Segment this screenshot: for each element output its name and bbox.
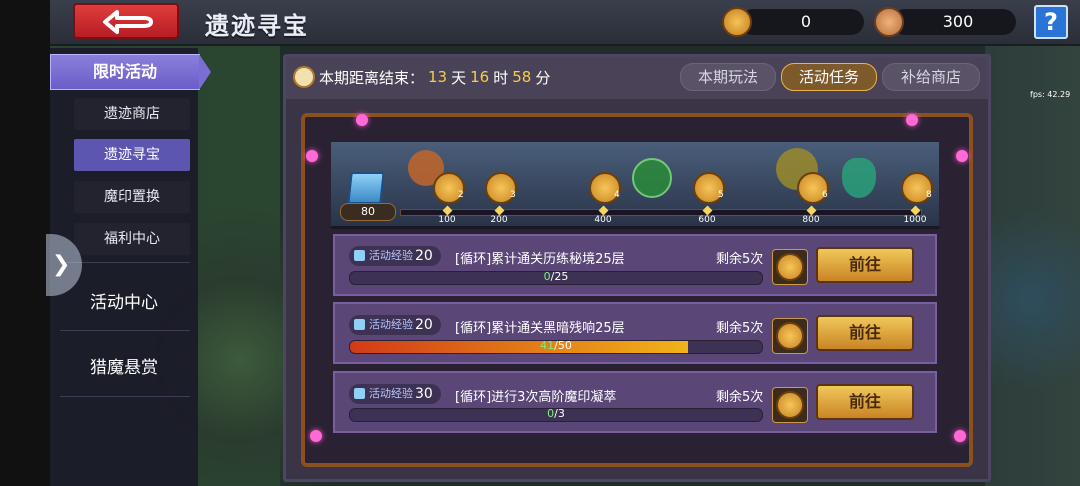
coin-icon (776, 253, 804, 281)
menu-divider (60, 330, 190, 331)
exp-book-icon (354, 319, 365, 330)
menu-item-demon-bounty[interactable]: 猎魔悬赏 (50, 348, 198, 388)
task-reward-slot[interactable] (772, 249, 808, 285)
clock-icon (293, 66, 315, 88)
milestone-index: 2 (458, 190, 464, 200)
task-title: [循环]累计通关历练秘境25层 (455, 252, 625, 267)
gem-ornament-icon (906, 114, 918, 126)
go-button[interactable]: 前往 (816, 315, 914, 351)
exp-tag: 活动经验 20 (349, 246, 441, 266)
coin-icon (776, 391, 804, 419)
milestone-index: 5 (718, 190, 724, 200)
menu-item-relic-shop[interactable]: 遗迹商店 (74, 98, 190, 130)
exp-book-icon (354, 250, 365, 261)
reward-progress-track (400, 209, 922, 216)
exp-tag: 活动经验 30 (349, 384, 441, 404)
task-title: [循环]累计通关黑暗残响25层 (455, 321, 625, 336)
task-progress-text: 0/25 (543, 271, 569, 283)
exp-book-icon (354, 388, 365, 399)
currency-2-value: 300 (942, 12, 974, 31)
milestone-value: 200 (490, 215, 508, 225)
gem-ornament-icon (954, 430, 966, 442)
task-progress-bar: 0/3 (349, 408, 763, 422)
copper-coin-icon (874, 7, 904, 37)
coin-icon (776, 322, 804, 350)
go-button[interactable]: 前往 (816, 247, 914, 283)
exp-value: 20 (415, 317, 433, 333)
gem-ornament-icon (956, 150, 968, 162)
task-reward-slot[interactable] (772, 318, 808, 354)
currency-1-value: 0 (800, 12, 812, 31)
countdown-days-unit: 天 (451, 68, 467, 87)
exp-book-icon (347, 172, 385, 204)
task-progress-bar: 41/50 (349, 340, 763, 354)
back-arrow-icon (103, 10, 153, 34)
menu-divider (60, 396, 190, 397)
countdown-days: 13 (428, 68, 448, 86)
go-button[interactable]: 前往 (816, 384, 914, 420)
menu-item-welfare-center[interactable]: 福利中心 (74, 223, 190, 255)
milestone-value: 600 (698, 215, 716, 225)
countdown: 本期距离结束： 13 天 16 时 58 分 (293, 66, 550, 88)
task-progress-bar: 0/25 (349, 271, 763, 285)
milestone-index: 3 (510, 190, 516, 200)
milestone-value: 400 (594, 215, 612, 225)
treasure-coin-icon (722, 7, 752, 37)
gem-ornament-icon (306, 150, 318, 162)
tab-gameplay[interactable]: 本期玩法 (680, 63, 776, 91)
exp-value: 20 (415, 248, 433, 264)
task-remaining: 剩余5次 (716, 390, 764, 405)
back-button[interactable] (73, 3, 179, 39)
milestone-index: 4 (614, 190, 620, 200)
tab-activity-tasks[interactable]: 活动任务 (781, 63, 877, 91)
milestone-index: 8 (926, 190, 932, 200)
task-reward-slot[interactable] (772, 387, 808, 423)
task-progress-text: 41/50 (540, 340, 572, 352)
menu-item-event-center[interactable]: 活动中心 (50, 283, 198, 323)
tab-supply-shop[interactable]: 补给商店 (882, 63, 980, 91)
task-remaining: 剩余5次 (716, 321, 764, 336)
gem-ornament-icon (310, 430, 322, 442)
countdown-label: 本期距离结束： (319, 68, 425, 87)
milestone-index: 6 (822, 190, 828, 200)
green-seal-icon (632, 158, 672, 198)
exp-label: 活动经验 (369, 387, 413, 400)
gem-ornament-icon (356, 114, 368, 126)
countdown-minutes: 58 (512, 68, 532, 86)
countdown-minutes-unit: 分 (535, 68, 551, 87)
current-exp-value: 80 (340, 203, 396, 221)
task-progress-text: 0/3 (547, 408, 565, 420)
milestone-value: 100 (438, 215, 456, 225)
task-remaining: 剩余5次 (716, 252, 764, 267)
exp-label: 活动经验 (369, 318, 413, 331)
exp-value: 30 (415, 386, 433, 402)
countdown-hours-unit: 时 (493, 68, 509, 87)
fps-counter: fps: 42.29 (1030, 90, 1071, 99)
task-title: [循环]进行3次高阶魔印凝萃 (455, 390, 617, 405)
milestone-value: 800 (802, 215, 820, 225)
milestone-value: 1000 (903, 215, 927, 225)
help-button[interactable]: ? (1034, 5, 1068, 39)
page-title: 遗迹寻宝 (205, 12, 309, 40)
exp-tag: 活动经验 20 (349, 315, 441, 335)
chevron-right-icon: ❯ (52, 252, 71, 277)
exp-label: 活动经验 (369, 249, 413, 262)
countdown-hours: 16 (470, 68, 490, 86)
menu-item-relic-treasure[interactable]: 遗迹寻宝 (74, 139, 190, 171)
menu-item-seal-exchange[interactable]: 魔印置换 (74, 181, 190, 213)
menu-section-limited-events[interactable]: 限时活动 (50, 54, 211, 90)
potion-icon (842, 158, 876, 198)
